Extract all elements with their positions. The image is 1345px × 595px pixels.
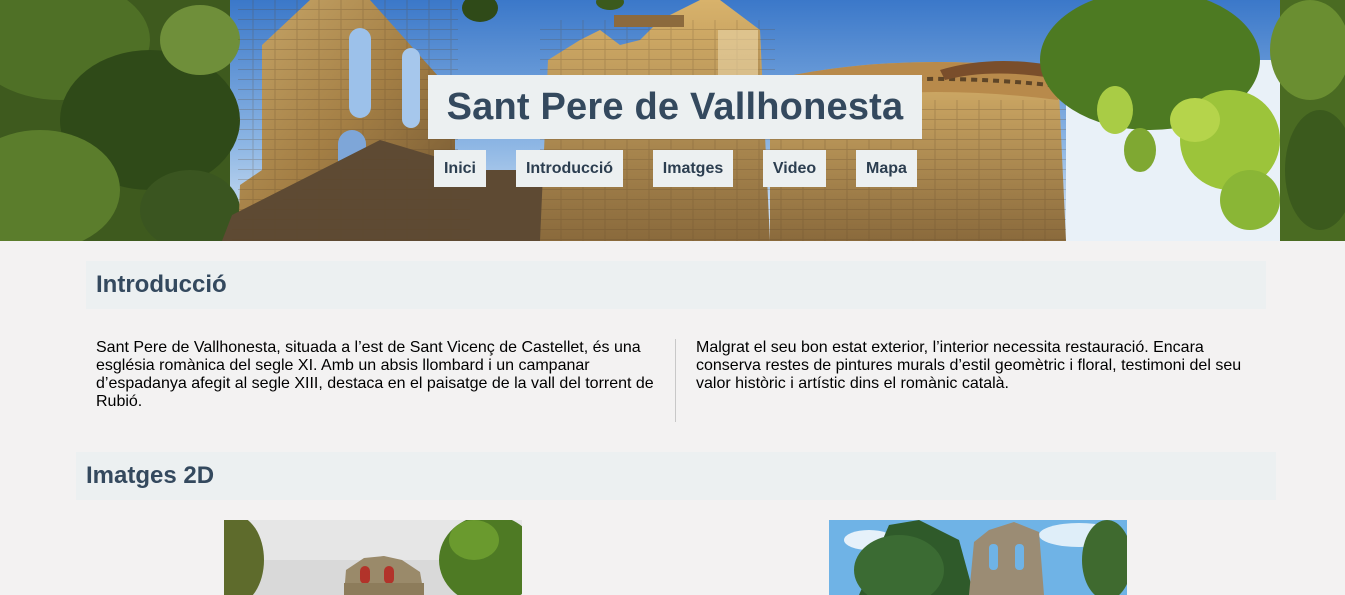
- nav-item-imatges[interactable]: Imatges: [653, 150, 733, 187]
- intro-heading: Introducció: [96, 271, 227, 298]
- images-section-header: Imatges 2D: [76, 452, 1276, 500]
- images-heading: Imatges 2D: [86, 462, 215, 489]
- nav-item-video[interactable]: Video: [763, 150, 826, 187]
- intro-paragraph-right: Malgrat el seu bon estat exterior, l’int…: [696, 339, 1242, 392]
- hero-banner: Sant Pere de Vallhonesta Inici Introducc…: [0, 0, 1345, 241]
- nav-item-introduccio[interactable]: Introducció: [516, 150, 623, 187]
- column-divider: [675, 339, 676, 422]
- church-photo-2: [829, 520, 1127, 595]
- nav-item-inici[interactable]: Inici: [434, 150, 486, 187]
- intro-section-header: Introducció: [86, 261, 1266, 309]
- intro-paragraph-left: Sant Pere de Vallhonesta, situada a l’es…: [96, 339, 654, 410]
- church-photo-1: [224, 520, 522, 595]
- nav-item-mapa[interactable]: Mapa: [856, 150, 917, 187]
- gallery-image-2[interactable]: [829, 520, 1127, 595]
- site-title-box: Sant Pere de Vallhonesta: [428, 75, 922, 139]
- site-title: Sant Pere de Vallhonesta: [446, 85, 904, 128]
- gallery-image-1[interactable]: [224, 520, 522, 595]
